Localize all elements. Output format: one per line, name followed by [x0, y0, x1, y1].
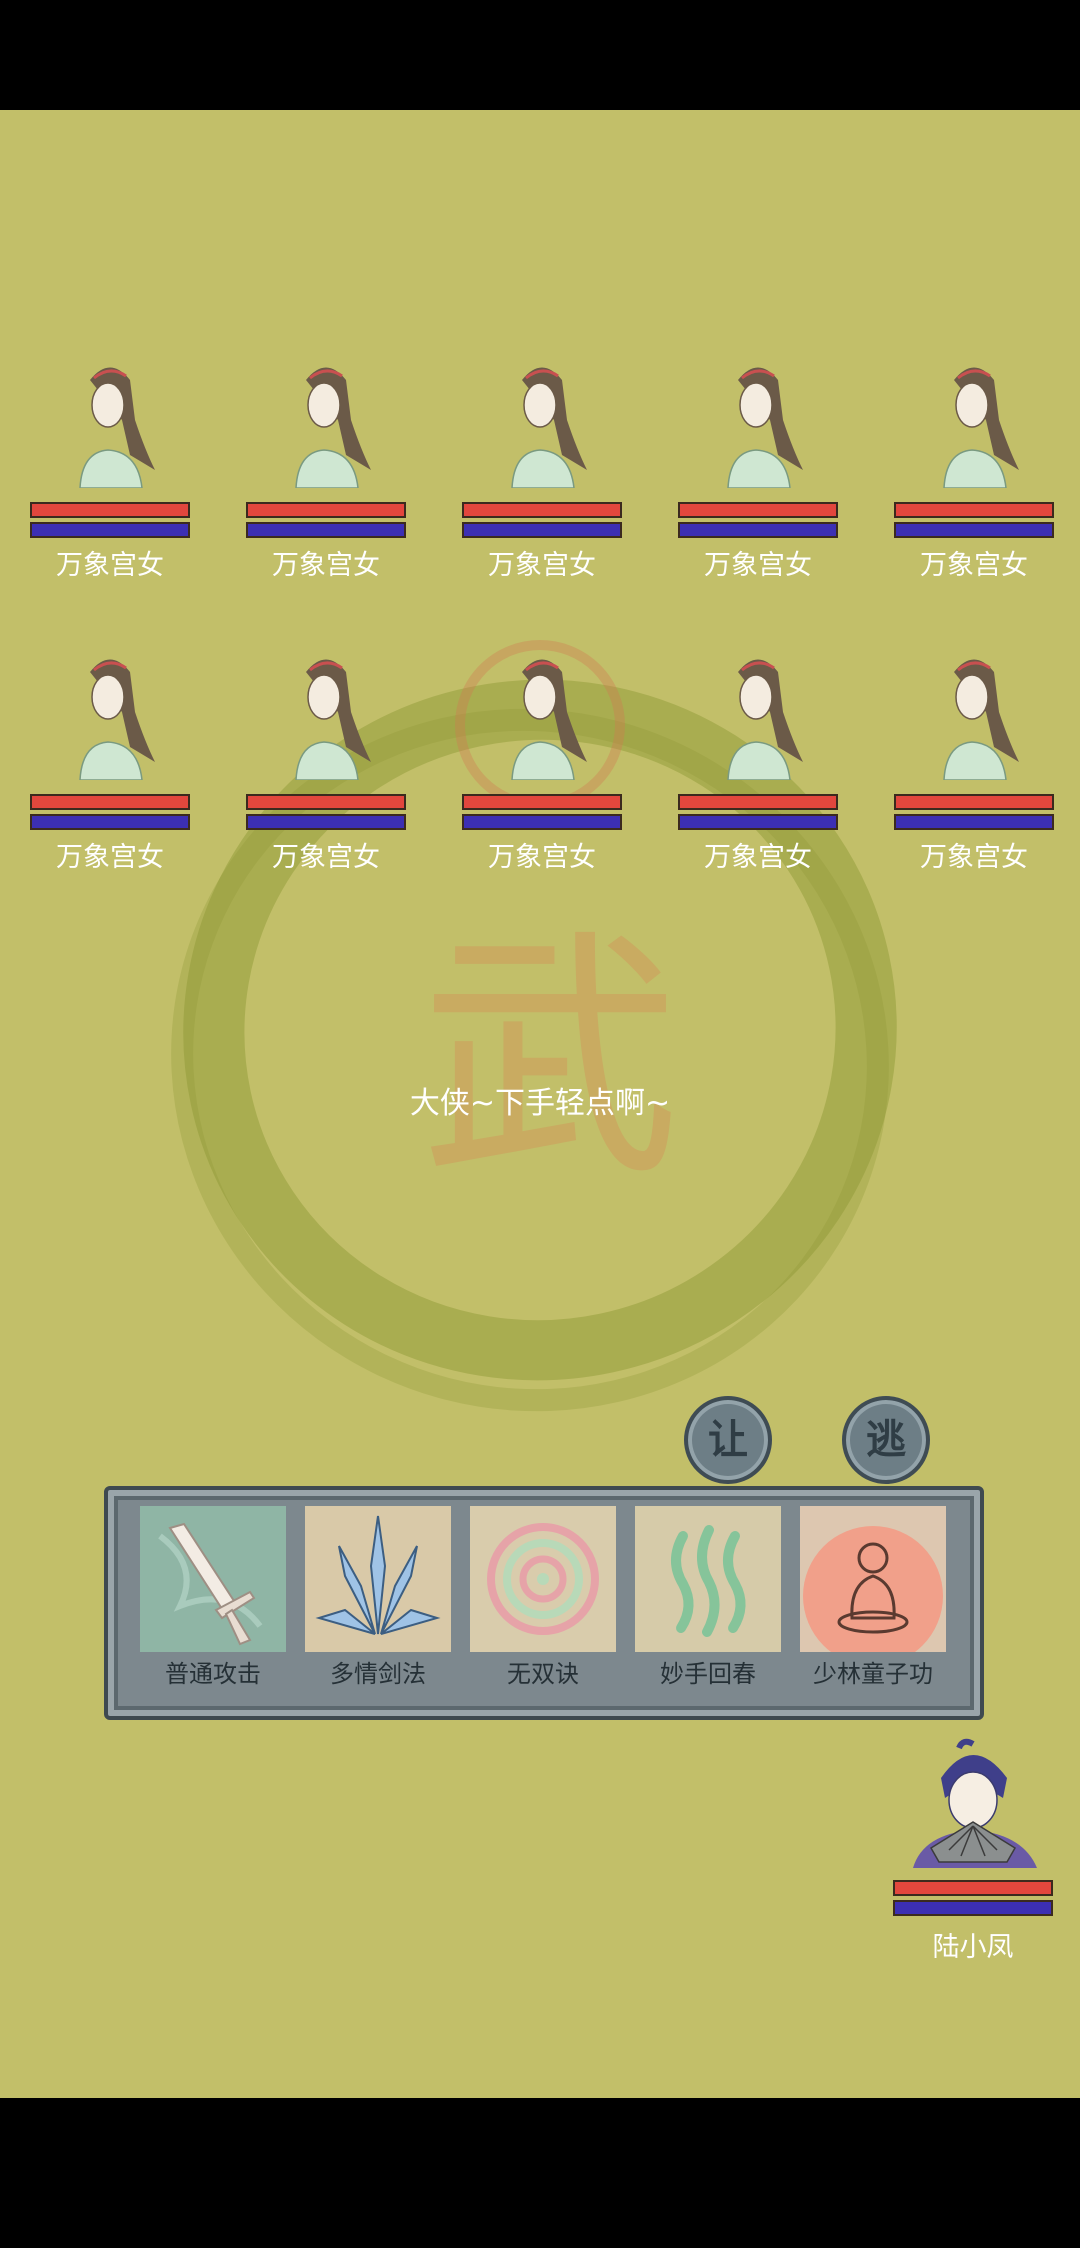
- skill-heal[interactable]: 妙手回春: [635, 1506, 781, 1696]
- martial-emblem-decoration: 武: [420, 909, 680, 1211]
- navigation-bar: [0, 2098, 1080, 2248]
- enemy-name: 万象宫女: [920, 842, 1028, 873]
- game-screen: 武 万象宫女 万象宫女 万象宫女 万象宫女 万象宫女 万象宫女 万象宫女 万象宫…: [0, 0, 1080, 2248]
- enemy-hp-bar: [678, 794, 838, 810]
- enemy-portrait: [727, 367, 803, 488]
- enemy-hp-bar: [462, 794, 622, 810]
- player-name: 陆小凤: [932, 1932, 1014, 1963]
- skill-panel: 普通攻击 多情剑法 无双诀 妙手回春 少林童子功: [104, 1486, 984, 1720]
- enemy-name: 万象宫女: [488, 550, 596, 581]
- player-portrait: [913, 1738, 1037, 1868]
- battlefield: 武 万象宫女 万象宫女 万象宫女 万象宫女 万象宫女 万象宫女 万象宫女 万象宫…: [0, 110, 1080, 2098]
- enemy-portrait: [511, 659, 587, 780]
- enemy-mp-bar: [462, 522, 622, 538]
- enemy-mp-bar: [462, 814, 622, 830]
- enemy-unit[interactable]: 万象宫女: [462, 652, 622, 902]
- enemy-portrait: [727, 659, 803, 780]
- enemy-name: 万象宫女: [272, 842, 380, 873]
- player-hp-bar: [893, 1880, 1053, 1896]
- enemy-portrait: [79, 367, 155, 488]
- skill-label: 妙手回春: [660, 1660, 756, 1688]
- skill-sword-art[interactable]: 多情剑法: [305, 1506, 451, 1696]
- enemy-hp-bar: [678, 502, 838, 518]
- enemy-unit[interactable]: 万象宫女: [30, 652, 190, 902]
- enemy-mp-bar: [678, 522, 838, 538]
- enemy-mp-bar: [30, 814, 190, 830]
- enemy-portrait: [79, 659, 155, 780]
- enemy-unit[interactable]: 万象宫女: [246, 360, 406, 610]
- enemy-unit[interactable]: 万象宫女: [894, 360, 1054, 610]
- enemy-mp-bar: [894, 814, 1054, 830]
- spiral-icon: [470, 1506, 616, 1652]
- enemy-hp-bar: [246, 502, 406, 518]
- enemy-unit[interactable]: 万象宫女: [678, 360, 838, 610]
- enemy-portrait: [511, 367, 587, 488]
- enemy-portrait: [943, 367, 1019, 488]
- enemy-name: 万象宫女: [704, 550, 812, 581]
- skill-label: 无双诀: [507, 1660, 579, 1688]
- enemy-name: 万象宫女: [488, 842, 596, 873]
- enemy-unit[interactable]: 万象宫女: [246, 652, 406, 902]
- enemy-name: 万象宫女: [56, 842, 164, 873]
- enemy-unit[interactable]: 万象宫女: [678, 652, 838, 902]
- yield-button[interactable]: 让: [684, 1396, 772, 1484]
- skill-shaolin[interactable]: 少林童子功: [800, 1506, 946, 1696]
- skill-wushuang[interactable]: 无双诀: [470, 1506, 616, 1696]
- player-mp-bar: [893, 1900, 1053, 1916]
- enemy-portrait: [943, 659, 1019, 780]
- enemy-name: 万象宫女: [920, 550, 1028, 581]
- enemy-name: 万象宫女: [56, 550, 164, 581]
- meditating-monk-icon: [800, 1506, 946, 1652]
- player-unit[interactable]: 陆小凤: [893, 1738, 1053, 1998]
- enemy-unit[interactable]: 万象宫女: [462, 360, 622, 610]
- enemy-mp-bar: [246, 814, 406, 830]
- enemy-unit[interactable]: 万象宫女: [894, 652, 1054, 902]
- enemy-hp-bar: [894, 502, 1054, 518]
- skill-label: 多情剑法: [330, 1660, 426, 1688]
- sword-icon: [140, 1506, 286, 1652]
- enemy-hp-bar: [30, 794, 190, 810]
- blades-icon: [305, 1506, 451, 1652]
- enemy-portrait: [295, 659, 371, 780]
- enemy-hp-bar: [894, 794, 1054, 810]
- battle-message: 大侠~下手轻点啊~: [409, 1086, 671, 1121]
- enemy-unit[interactable]: 万象宫女: [30, 360, 190, 610]
- enemy-mp-bar: [246, 522, 406, 538]
- waves-icon: [635, 1506, 781, 1652]
- flee-button[interactable]: 逃: [842, 1396, 930, 1484]
- skill-label: 普通攻击: [165, 1660, 261, 1688]
- enemy-hp-bar: [462, 502, 622, 518]
- enemy-portrait: [295, 367, 371, 488]
- enemy-hp-bar: [30, 502, 190, 518]
- skill-normal-attack[interactable]: 普通攻击: [140, 1506, 286, 1696]
- enemy-name: 万象宫女: [272, 550, 380, 581]
- enemy-hp-bar: [246, 794, 406, 810]
- enemy-mp-bar: [30, 522, 190, 538]
- status-bar: [0, 0, 1080, 110]
- skill-label: 少林童子功: [813, 1660, 933, 1688]
- enemy-mp-bar: [894, 522, 1054, 538]
- enemy-name: 万象宫女: [704, 842, 812, 873]
- enemy-mp-bar: [678, 814, 838, 830]
